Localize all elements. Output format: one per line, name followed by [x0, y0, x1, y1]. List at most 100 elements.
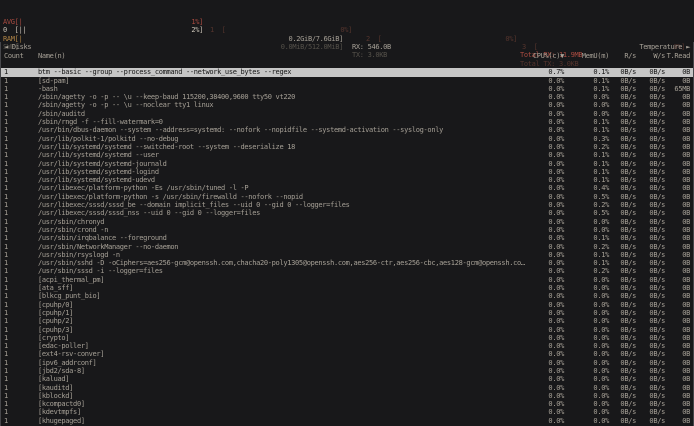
process-count: 1: [4, 234, 38, 242]
process-write: 0B/s: [636, 342, 665, 350]
process-name: /usr/libexec/platform-python -Es /usr/sb…: [38, 184, 526, 192]
process-name: btm --basic --group --process_command --…: [38, 68, 526, 76]
tab-temperature[interactable]: Temperature ►: [639, 43, 690, 51]
process-write: 0B/s: [636, 375, 665, 383]
process-cpu: 0.0%: [526, 218, 564, 226]
process-row[interactable]: 1[blkcg_punt_bio]0.0%0.0%0B/s0B/s0B: [1, 292, 693, 300]
col-header-cpu[interactable]: CPU%(c)▼: [526, 52, 564, 60]
process-count: 1: [4, 350, 38, 358]
process-row[interactable]: 1[ata_sff]0.0%0.0%0B/s0B/s0B: [1, 284, 693, 292]
tab-temperature-label: Temperature: [639, 43, 682, 51]
process-row[interactable]: 1[khugepaged]0.0%0.0%0B/s0B/s0B: [1, 417, 693, 425]
process-row[interactable]: 1/usr/libexec/platform-python -s /usr/sb…: [1, 193, 693, 201]
process-row[interactable]: 1/usr/sbin/crond -n0.0%0.0%0B/s0B/s0B: [1, 226, 693, 234]
process-row[interactable]: 1[cpuhp/3]0.0%0.0%0B/s0B/s0B: [1, 326, 693, 334]
process-row[interactable]: 1[jbd2/sda-8]0.0%0.0%0B/s0B/s0B: [1, 367, 693, 375]
process-row[interactable]: 1/sbin/auditd0.0%0.0%0B/s0B/s0B: [1, 110, 693, 118]
process-count: 1: [4, 384, 38, 392]
process-row[interactable]: 1[edac-poller]0.0%0.0%0B/s0B/s0B: [1, 342, 693, 350]
process-row[interactable]: 1/usr/bin/dbus-daemon --system --address…: [1, 126, 693, 134]
process-row[interactable]: 1[ext4-rsv-conver]0.0%0.0%0B/s0B/s0B: [1, 350, 693, 358]
process-mem: 0.0%: [564, 218, 609, 226]
process-row[interactable]: 1[kcompactd0]0.0%0.0%0B/s0B/s0B: [1, 400, 693, 408]
process-name: [ext4-rsv-conver]: [38, 350, 526, 358]
process-count: 1: [4, 151, 38, 159]
process-row[interactable]: 1[kaluad]0.0%0.0%0B/s0B/s0B: [1, 375, 693, 383]
process-count: 1: [4, 184, 38, 192]
process-cpu: 0.0%: [526, 93, 564, 101]
process-name: /usr/libexec/sssd/sssd_be --domain impli…: [38, 201, 526, 209]
process-write: 0B/s: [636, 234, 665, 242]
process-cpu: 0.0%: [526, 367, 564, 375]
process-mem: 0.0%: [564, 375, 609, 383]
process-name: [cpuhp/0]: [38, 301, 526, 309]
process-row[interactable]: 1-bash0.0%0.1%0B/s0B/s65MB: [1, 85, 693, 93]
process-mem: 0.2%: [564, 143, 609, 151]
process-name: [blkcg_punt_bio]: [38, 292, 526, 300]
process-write: 0B/s: [636, 392, 665, 400]
process-row[interactable]: 1/usr/sbin/NetworkManager --no-daemon0.0…: [1, 243, 693, 251]
process-read: 0B/s: [609, 68, 636, 76]
process-cpu: 0.0%: [526, 276, 564, 284]
process-write: 0B/s: [636, 176, 665, 184]
process-row[interactable]: 1/usr/lib/systemd/systemd-journald0.0%0.…: [1, 160, 693, 168]
process-read: 0B/s: [609, 375, 636, 383]
process-row[interactable]: 1[crypto]0.0%0.0%0B/s0B/s0B: [1, 334, 693, 342]
process-row[interactable]: 1/usr/libexec/sssd/sssd_be --domain impl…: [1, 201, 693, 209]
process-total-read: 0B: [665, 226, 690, 234]
col-header-name[interactable]: Name(n): [38, 52, 526, 60]
process-row[interactable]: 1/usr/libexec/platform-python -Es /usr/s…: [1, 184, 693, 192]
process-row[interactable]: 1[acpi_thermal_pm]0.0%0.0%0B/s0B/s0B: [1, 276, 693, 284]
process-read: 0B/s: [609, 259, 636, 267]
process-total-read: 0B: [665, 101, 690, 109]
process-total-read: 0B: [665, 143, 690, 151]
process-row[interactable]: 1/sbin/agetty -o -p -- \u --keep-baud 11…: [1, 93, 693, 101]
process-write: 0B/s: [636, 251, 665, 259]
process-row[interactable]: 1/sbin/rngd -f --fill-watermark=00.0%0.1…: [1, 118, 693, 126]
process-total-read: 0B: [665, 234, 690, 242]
process-row[interactable]: 1/usr/lib/systemd/systemd --user0.0%0.1%…: [1, 151, 693, 159]
process-write: 0B/s: [636, 326, 665, 334]
col-header-mem[interactable]: MemU(m): [564, 52, 609, 60]
process-row[interactable]: 1/usr/lib/systemd/systemd-udevd0.0%0.1%0…: [1, 176, 693, 184]
process-mem: 0.1%: [564, 234, 609, 242]
col-header-count[interactable]: Count: [4, 52, 38, 60]
process-row[interactable]: 1/usr/sbin/sssd -i --logger=files0.0%0.2…: [1, 267, 693, 275]
process-row[interactable]: 1[cpuhp/0]0.0%0.0%0B/s0B/s0B: [1, 301, 693, 309]
process-row[interactable]: 1btm --basic --group --process_command -…: [1, 68, 693, 76]
process-row[interactable]: 1[cpuhp/1]0.0%0.0%0B/s0B/s0B: [1, 309, 693, 317]
process-row[interactable]: 1/usr/sbin/rsyslogd -n0.0%0.1%0B/s0B/s0B: [1, 251, 693, 259]
process-total-read: 0B: [665, 417, 690, 425]
process-row[interactable]: 1[ipv6_addrconf]0.0%0.0%0B/s0B/s0B: [1, 359, 693, 367]
process-row[interactable]: 1[kauditd]0.0%0.0%0B/s0B/s0B: [1, 384, 693, 392]
process-row[interactable]: 1[kblockd]0.0%0.0%0B/s0B/s0B: [1, 392, 693, 400]
process-write: 0B/s: [636, 284, 665, 292]
process-cpu: 0.0%: [526, 168, 564, 176]
process-row[interactable]: 1/usr/libexec/sssd/sssd_nss --uid 0 --gi…: [1, 209, 693, 217]
col-header-read[interactable]: R/s: [609, 52, 636, 60]
process-write: 0B/s: [636, 309, 665, 317]
tab-disks[interactable]: ◄ Disks: [4, 43, 31, 51]
process-total-read: 65MB: [665, 85, 690, 93]
process-row[interactable]: 1/usr/sbin/irqbalance --foreground0.0%0.…: [1, 234, 693, 242]
process-row[interactable]: 1[cpuhp/2]0.0%0.0%0B/s0B/s0B: [1, 317, 693, 325]
process-cpu: 0.0%: [526, 193, 564, 201]
process-row[interactable]: 1/usr/sbin/chronyd0.0%0.0%0B/s0B/s0B: [1, 218, 693, 226]
process-row[interactable]: 1[sd-pam]0.0%0.1%0B/s0B/s0B: [1, 77, 693, 85]
process-row[interactable]: 1/sbin/agetty -o -p -- \u --noclear tty1…: [1, 101, 693, 109]
col-header-tread[interactable]: T.Read: [665, 52, 690, 60]
process-write: 0B/s: [636, 135, 665, 143]
process-name: /usr/lib/systemd/systemd-udevd: [38, 176, 526, 184]
col-header-write[interactable]: W/s: [636, 52, 665, 60]
process-row[interactable]: 1/usr/lib/systemd/systemd-logind0.0%0.1%…: [1, 168, 693, 176]
process-name: /usr/lib/systemd/systemd-logind: [38, 168, 526, 176]
process-row[interactable]: 1/usr/lib/polkit-1/polkitd --no-debug0.0…: [1, 135, 693, 143]
process-count: 1: [4, 160, 38, 168]
process-total-read: 0B: [665, 317, 690, 325]
process-row[interactable]: 1/usr/lib/systemd/systemd --switched-roo…: [1, 143, 693, 151]
process-total-read: 0B: [665, 160, 690, 168]
process-row[interactable]: 1/usr/sbin/sshd -D -oCiphers=aes256-gcm@…: [1, 259, 693, 267]
process-row[interactable]: 1[kdevtmpfs]0.0%0.0%0B/s0B/s0B: [1, 408, 693, 416]
process-name: [jbd2/sda-8]: [38, 367, 526, 375]
process-name: [cpuhp/1]: [38, 309, 526, 317]
